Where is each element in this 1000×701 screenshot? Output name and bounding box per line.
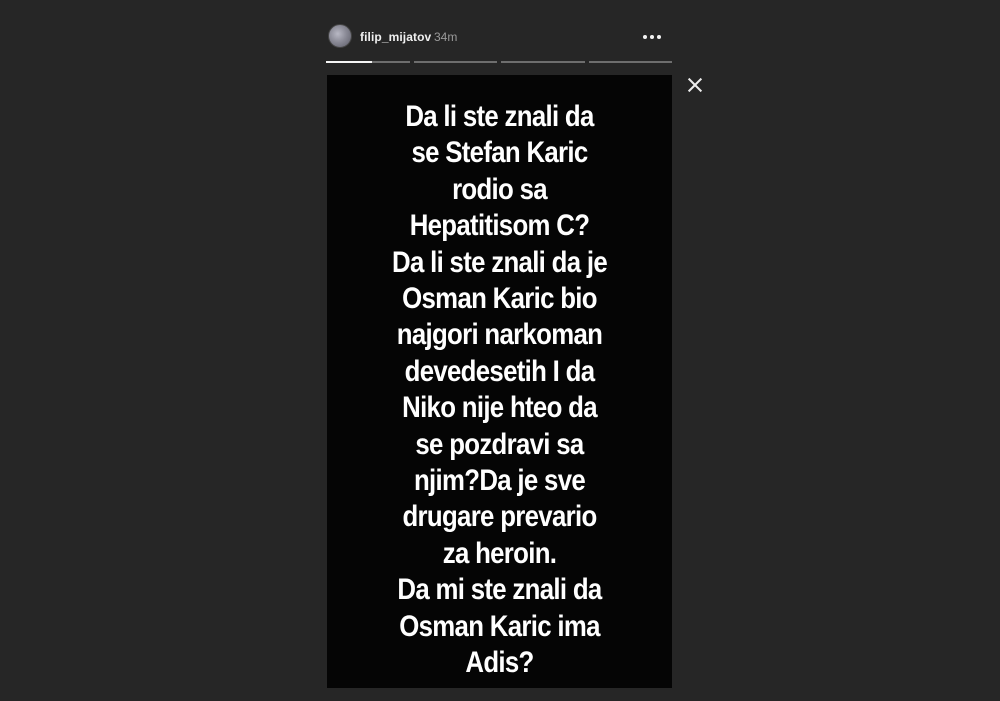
more-dot-icon [643,35,647,39]
username[interactable]: filip_mijatov [360,30,431,44]
story-text-line: Da mi ste znali da [397,573,602,607]
story-progress-bar [326,61,672,64]
story-viewer: filip_mijatov 34m Da li ste znali da se … [0,0,1000,701]
progress-segment[interactable] [501,61,585,63]
progress-segment[interactable] [326,61,410,63]
story-text-line: Osman Karic bio [402,282,597,316]
story-text-line: se pozdravi sa [415,427,584,461]
story-text-line: Osman Karic ima [399,609,600,643]
story-header: filip_mijatov 34m [326,22,672,52]
story-content[interactable]: Da li ste znali da se Stefan Karic rodio… [327,75,672,688]
story-text-line: rodio sa [452,172,548,206]
story-text-line: Niko nije hteo da [402,391,597,425]
story-text-line: Adis? [465,646,534,680]
timestamp: 34m [434,30,458,44]
story-text-line: Da li ste znali da [405,100,594,133]
progress-segment[interactable] [413,61,497,63]
story-text-line: najgori narkoman [396,318,603,352]
story-text-line: Da li ste znali da je [392,245,608,279]
more-dot-icon [657,35,661,39]
avatar[interactable] [328,24,352,48]
story-text-line: za heroin. [442,536,557,570]
more-dot-icon [650,35,654,39]
story-text-line: njim?Da je sve [413,464,586,498]
story-text-line: devedesetih I da [404,354,595,388]
progress-segment[interactable] [588,61,672,63]
close-icon[interactable] [684,74,706,96]
story-text-line: drugare prevario [402,500,597,534]
more-options-button[interactable] [640,26,664,46]
story-text-line: Hepatitisom C? [409,209,590,243]
progress-fill [326,61,372,63]
story-text-line: se Stefan Karic [411,136,588,170]
story-text: Da li ste znali da se Stefan Karic rodio… [351,99,648,682]
